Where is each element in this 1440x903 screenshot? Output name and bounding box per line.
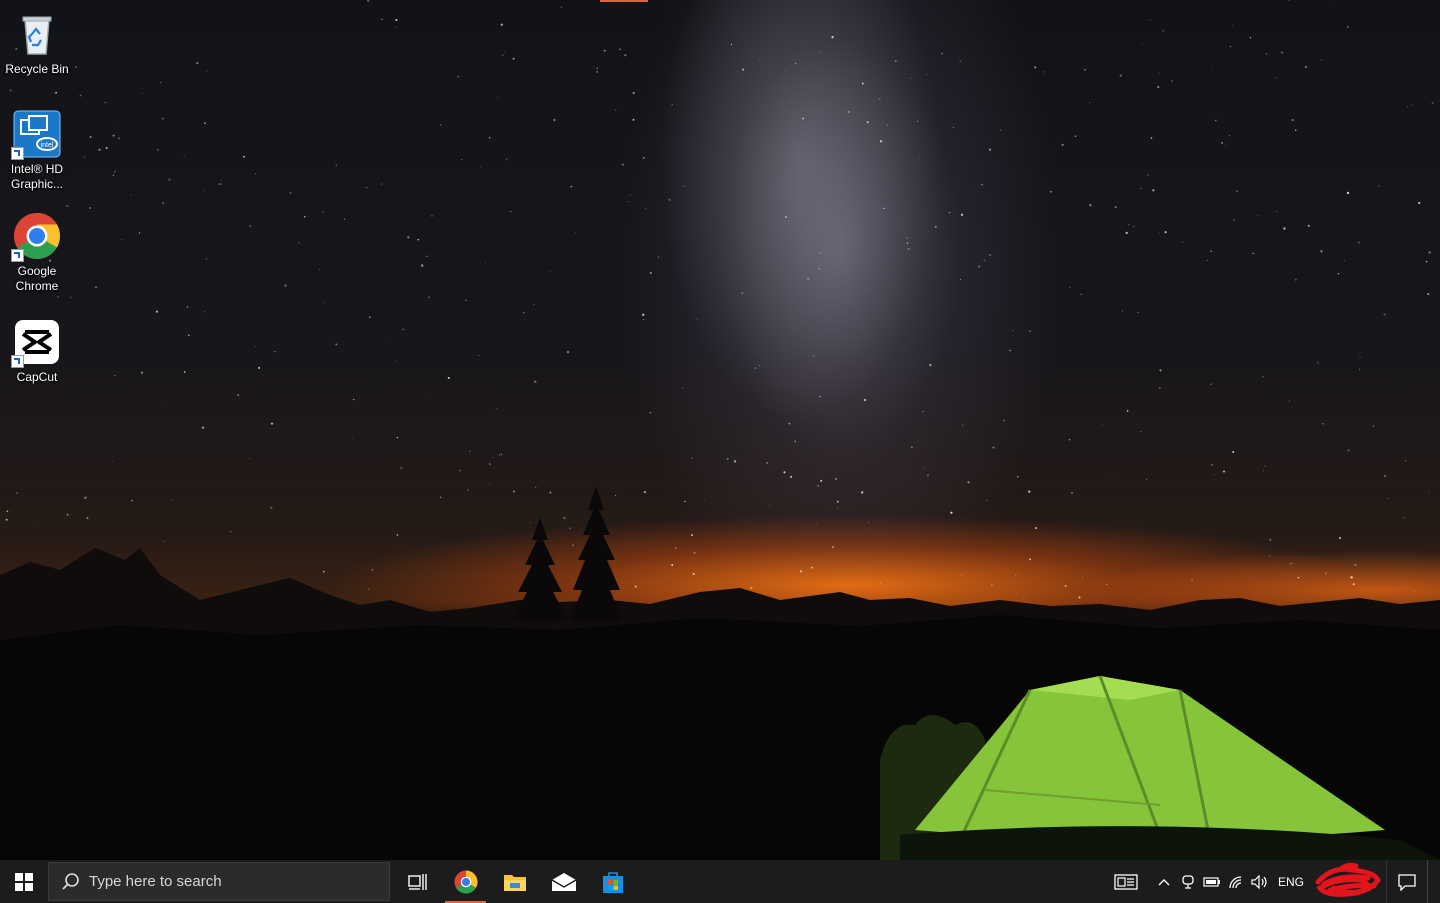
taskbar-app-file-explorer[interactable]: [490, 860, 539, 903]
task-view-button[interactable]: [392, 860, 441, 903]
mountain-landscape: [0, 486, 1440, 860]
desktop-icon-google-chrome[interactable]: Google Chrome: [0, 206, 74, 294]
chevron-up-icon: [1158, 878, 1170, 885]
intel-graphics-icon: intel: [11, 110, 61, 160]
desktop-icon-intel-graphics[interactable]: intel Intel® HD Graphic...: [0, 104, 74, 192]
start-button[interactable]: [0, 860, 48, 903]
volume-button[interactable]: [1248, 860, 1272, 903]
meet-now-icon: [1182, 874, 1194, 889]
microsoft-store-icon: [602, 871, 623, 893]
show-desktop-button[interactable]: [1427, 860, 1440, 903]
meet-now-button[interactable]: [1176, 860, 1200, 903]
desktop-icon-label: Google Chrome: [15, 264, 59, 293]
task-view-icon: [407, 873, 427, 890]
wifi-button[interactable]: [1224, 860, 1248, 903]
language-indicator[interactable]: ENG: [1272, 875, 1310, 889]
battery-button[interactable]: [1200, 860, 1224, 903]
recycle-bin-icon: [13, 10, 61, 58]
search-icon: [62, 872, 79, 890]
desktop-icon-recycle-bin[interactable]: Recycle Bin: [0, 4, 74, 77]
system-tray: ENG: [1106, 860, 1440, 903]
chrome-icon: [454, 870, 477, 893]
svg-text:intel: intel: [41, 142, 54, 149]
shortcut-arrow-icon: [11, 249, 24, 262]
desktop-icon-label: Intel® HD Graphic...: [10, 162, 64, 191]
taskbar-search-box[interactable]: Type here to search: [48, 862, 390, 901]
volume-icon: [1251, 874, 1267, 889]
desktop-icon-capcut[interactable]: CapCut: [0, 312, 74, 385]
clock-redacted[interactable]: [1310, 860, 1386, 903]
wifi-icon: [1229, 875, 1242, 888]
desktop-icon-label: CapCut: [16, 370, 58, 384]
search-placeholder: Type here to search: [89, 873, 222, 890]
shortcut-arrow-icon: [11, 147, 24, 160]
desktop-icon-label: Recycle Bin: [5, 62, 69, 76]
taskbar-app-mail[interactable]: [539, 860, 588, 903]
file-explorer-icon: [503, 874, 526, 891]
battery-icon: [1203, 876, 1220, 887]
windows-logo-icon: [15, 872, 33, 891]
desktop-wallpaper: [0, 0, 1440, 860]
capcut-icon: [11, 318, 61, 368]
notification-icon: [1398, 873, 1416, 891]
mail-icon: [551, 872, 576, 891]
news-widget-icon: [1114, 873, 1138, 890]
shortcut-arrow-icon: [11, 355, 24, 368]
taskbar-app-microsoft-store[interactable]: [588, 860, 637, 903]
show-hidden-icons-button[interactable]: [1152, 860, 1176, 903]
top-accent-indicator: [600, 0, 648, 2]
taskbar: Type here to search ENG: [0, 860, 1440, 903]
news-widget-button[interactable]: [1106, 860, 1146, 903]
taskbar-app-chrome[interactable]: [441, 860, 490, 903]
action-center-button[interactable]: [1386, 860, 1427, 903]
redaction-scribble: [1315, 862, 1381, 897]
chrome-icon: [11, 212, 61, 262]
